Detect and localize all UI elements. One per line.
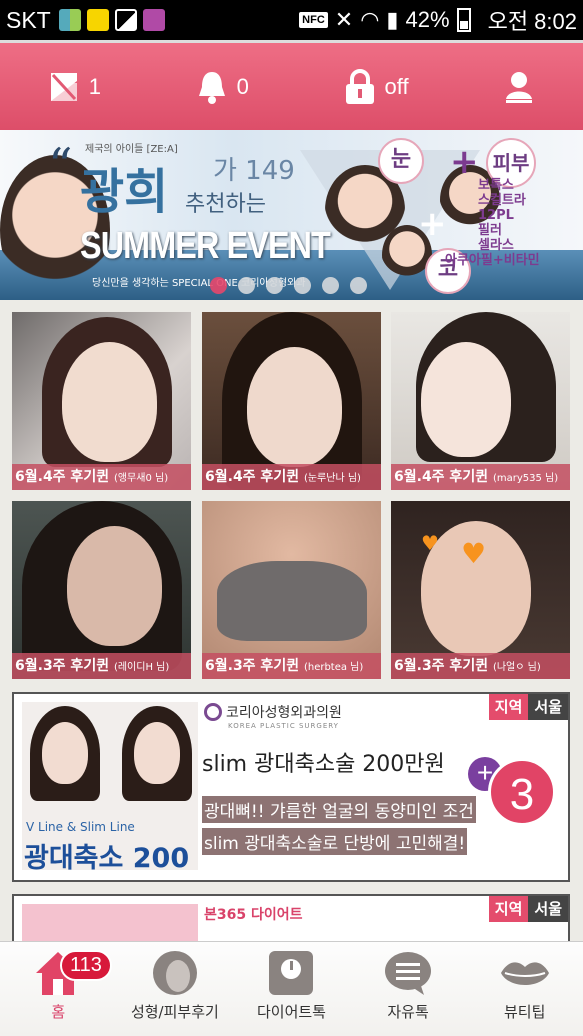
review-caption: 6월.4주 후기퀸 (눈루난나 님) bbox=[202, 464, 381, 490]
coupon-button[interactable]: 1 bbox=[47, 69, 101, 105]
ad-pic-line: V Line & Slim Line bbox=[26, 820, 135, 834]
review-photo-face bbox=[67, 526, 162, 646]
tab-label: 다이어트톡 bbox=[256, 1003, 326, 1021]
review-card[interactable]: 6월.3주 후기퀸 (레이디H 님) bbox=[12, 501, 191, 679]
clinic-logo-icon bbox=[204, 703, 222, 721]
banner-pagination bbox=[210, 277, 367, 294]
plus-mark: + bbox=[450, 142, 479, 182]
notification-badge: 113 bbox=[60, 950, 112, 981]
event-banner[interactable]: “ 제국의 아이들 [ZE:A] 광희 가 149 추천하는 SUMMER EV… bbox=[0, 130, 583, 300]
review-photo-bra bbox=[217, 561, 367, 641]
status-bar: SKT NFC ✕ ◠ ▮ 42% 오전 8:02 bbox=[0, 0, 583, 40]
review-card[interactable]: 6월.3주 후기퀸 (herbtea 님) bbox=[202, 501, 381, 679]
lock-state: off bbox=[384, 73, 409, 99]
review-caption: 6월.4주 후기퀸 (앵무새0 님) bbox=[12, 464, 191, 490]
tab-label: 홈 bbox=[51, 1003, 66, 1021]
coupon-count: 1 bbox=[88, 73, 102, 99]
coupon-icon bbox=[50, 72, 77, 101]
carrier-label: SKT bbox=[6, 6, 51, 33]
wifi-icon: ◠ bbox=[360, 7, 380, 32]
banner-dot[interactable] bbox=[322, 277, 339, 294]
region-tag: 지역 서울 bbox=[488, 694, 568, 720]
profile-button[interactable] bbox=[502, 69, 536, 105]
review-card[interactable]: 6월.4주 후기퀸 (mary535 님) bbox=[391, 312, 570, 490]
ad-desc-2: slim 광대축소술로 단방에 고민해결! bbox=[202, 828, 468, 855]
banner-event-title: SUMMER EVENT bbox=[80, 225, 331, 267]
scale-icon bbox=[269, 951, 314, 995]
talk-icon bbox=[86, 9, 109, 31]
ad-image: V Line & Slim Line 광대축소 200 bbox=[22, 702, 198, 870]
banner-dot[interactable] bbox=[294, 277, 311, 294]
banner-recommend: 추천하는 bbox=[185, 192, 266, 217]
quote-mark: “ bbox=[48, 138, 73, 194]
nfc-icon: NFC bbox=[299, 12, 328, 28]
battery-percent: 42% bbox=[405, 7, 450, 32]
alarm-button[interactable]: 0 bbox=[195, 69, 249, 105]
review-caption: 6월.3주 후기퀸 (나얼ㅇ 님) bbox=[391, 653, 570, 679]
heart-sticker: ♥ bbox=[421, 531, 439, 555]
sim-icon bbox=[58, 9, 81, 31]
lock-icon bbox=[345, 68, 374, 104]
mute-icon: ✕ bbox=[334, 7, 354, 32]
heart-sticker: ♥ bbox=[461, 537, 487, 570]
v-app-icon bbox=[142, 9, 165, 31]
review-caption: 6월.3주 후기퀸 (레이디H 님) bbox=[12, 653, 191, 679]
clinic-logo: 본365 다이어트 bbox=[204, 907, 303, 923]
status-right: NFC ✕ ◠ ▮ 42% 오전 8:02 bbox=[299, 4, 577, 36]
review-caption: 6월.3주 후기퀸 (herbtea 님) bbox=[202, 653, 381, 679]
skin-treatment-list: 보톡스 스컬트라 12PL 필러 셀라스 bbox=[478, 178, 526, 253]
ad-pic-big: 광대축소 200 bbox=[24, 843, 190, 870]
review-card[interactable]: 6월.4주 후기퀸 (눈루난나 님) bbox=[202, 312, 381, 490]
banner-dot[interactable] bbox=[210, 277, 227, 294]
review-caption: 6월.4주 후기퀸 (mary535 님) bbox=[391, 464, 570, 490]
battery-icon bbox=[456, 8, 471, 32]
region-tag: 지역 서울 bbox=[488, 896, 568, 922]
tab-diet[interactable]: 다이어트톡 bbox=[233, 942, 350, 1036]
top-header: 1 0 off bbox=[0, 40, 583, 130]
clock: 오전 8:02 bbox=[487, 9, 577, 34]
lips-icon bbox=[500, 962, 549, 985]
face-icon bbox=[152, 951, 197, 995]
skin-treatment-list-last: 아쿠아필+비타민 bbox=[445, 253, 540, 268]
banner-dot[interactable] bbox=[266, 277, 283, 294]
chat-icon bbox=[385, 952, 432, 995]
banner-dot[interactable] bbox=[238, 277, 255, 294]
banner-number: 가 149 bbox=[213, 156, 295, 186]
eye-bubble: 눈 bbox=[378, 138, 424, 184]
banner-dot[interactable] bbox=[350, 277, 367, 294]
review-photo-face bbox=[421, 342, 511, 457]
page-count-badge[interactable]: 3 bbox=[488, 758, 556, 826]
tab-free-talk[interactable]: 자유톡 bbox=[350, 942, 467, 1036]
tab-label: 뷰티팁 bbox=[503, 1003, 546, 1021]
user-icon bbox=[506, 71, 533, 103]
ad-desc-1: 광대뼈!! 갸름한 얼굴의 동양미인 조건 bbox=[202, 796, 476, 823]
lock-button[interactable]: off bbox=[343, 68, 409, 105]
tab-beauty-tip[interactable]: 뷰티팁 bbox=[466, 942, 583, 1036]
ad-model-face bbox=[134, 722, 180, 784]
plus-mark: + bbox=[418, 204, 447, 244]
ad-title: slim 광대축소술 200만원 bbox=[202, 752, 445, 777]
banner-headline: 광희 bbox=[80, 164, 169, 220]
tab-home[interactable]: 홈 113 bbox=[0, 942, 117, 1036]
review-card[interactable]: 6월.4주 후기퀸 (앵무새0 님) bbox=[12, 312, 191, 490]
tab-label: 자유톡 bbox=[387, 1003, 429, 1021]
ad-model-face bbox=[42, 722, 88, 784]
signal-icon: ▮ bbox=[386, 7, 399, 32]
bottom-tab-bar: 홈 113 성형/피부후기 다이어트톡 자유톡 뷰티팁 bbox=[0, 941, 583, 1036]
clinic-sub: KOREA PLASTIC SURGERY bbox=[228, 722, 339, 730]
bell-icon bbox=[198, 71, 225, 104]
review-photo-face bbox=[247, 347, 342, 467]
alarm-count: 0 bbox=[236, 73, 249, 99]
clinic-logo: 코리아성형외과의원 bbox=[204, 702, 342, 722]
review-photo-face bbox=[62, 342, 157, 462]
tab-label: 성형/피부후기 bbox=[130, 1003, 219, 1021]
gallery-icon bbox=[114, 9, 137, 31]
tab-reviews[interactable]: 성형/피부후기 bbox=[117, 942, 234, 1036]
review-card[interactable]: ♥ ♥ 6월.3주 후기퀸 (나얼ㅇ 님) bbox=[391, 501, 570, 679]
